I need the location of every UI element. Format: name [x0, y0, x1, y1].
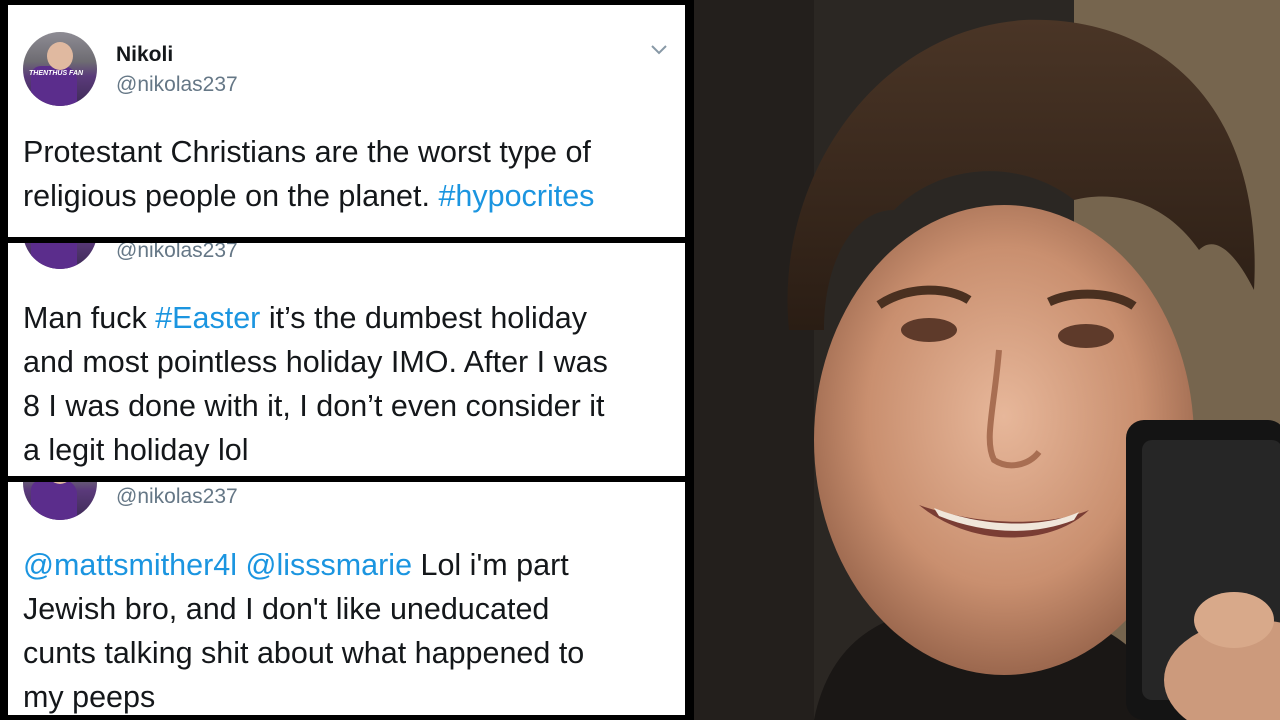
tweet-text: Protestant Christians are the worst type…: [23, 130, 678, 218]
selfie-illustration: [694, 0, 1280, 720]
tweet-text-line: religious people on the planet. #hypocri…: [23, 174, 678, 218]
mention-link[interactable]: @lisssmarie: [246, 548, 413, 582]
tweet-text-segment: Man fuck: [23, 301, 156, 335]
tweet-text-line: 8 I was done with it, I don’t even consi…: [23, 389, 605, 423]
tweet-text-line: my peeps: [23, 680, 156, 714]
avatar[interactable]: [23, 482, 97, 520]
chevron-down-icon[interactable]: [650, 41, 668, 59]
tweet-text-line: @mattsmither4l @lisssmarie Lol i'm part: [23, 543, 678, 587]
tweet-text-segment: Lol i'm part: [412, 548, 569, 582]
selfie-photo: [694, 0, 1280, 720]
tweet-card-2: @nikolas237 Man fuck #Easter it’s the du…: [8, 243, 685, 476]
hashtag-link[interactable]: #hypocrites: [438, 179, 594, 213]
user-handle[interactable]: @nikolas237: [116, 73, 238, 97]
tweet-text-line: a legit holiday lol: [23, 433, 249, 467]
tweet-card-3: @nikolas237 @mattsmither4l @lisssmarie L…: [8, 482, 685, 715]
tweet-text-segment: religious people on the planet.: [23, 179, 439, 213]
tweet-text-segment: it’s the dumbest holiday: [260, 301, 587, 335]
tweet-card-1: THENTHUS FAN Nikoli @nikolas237 Protesta…: [8, 5, 685, 237]
display-name[interactable]: Nikoli: [116, 43, 173, 67]
user-handle[interactable]: @nikolas237: [116, 243, 238, 263]
tweet-text: Man fuck #Easter it’s the dumbest holida…: [23, 296, 678, 472]
user-handle[interactable]: @nikolas237: [116, 485, 238, 509]
mention-link[interactable]: @mattsmither4l: [23, 548, 237, 582]
tweet-text-line: Man fuck #Easter it’s the dumbest holida…: [23, 296, 678, 340]
tweet-text-line: cunts talking shit about what happened t…: [23, 636, 585, 670]
tweet-text: @mattsmither4l @lisssmarie Lol i'm part …: [23, 543, 678, 715]
avatar-badge-text: THENTHUS FAN: [29, 70, 84, 77]
tweet-text-line: Protestant Christians are the worst type…: [23, 135, 591, 169]
avatar[interactable]: THENTHUS FAN: [23, 32, 97, 106]
tweet-text-line: Jewish bro, and I don't like uneducated: [23, 592, 550, 626]
hashtag-link[interactable]: #Easter: [155, 301, 260, 335]
tweet-text-line: and most pointless holiday IMO. After I …: [23, 345, 608, 379]
avatar[interactable]: [23, 243, 97, 269]
